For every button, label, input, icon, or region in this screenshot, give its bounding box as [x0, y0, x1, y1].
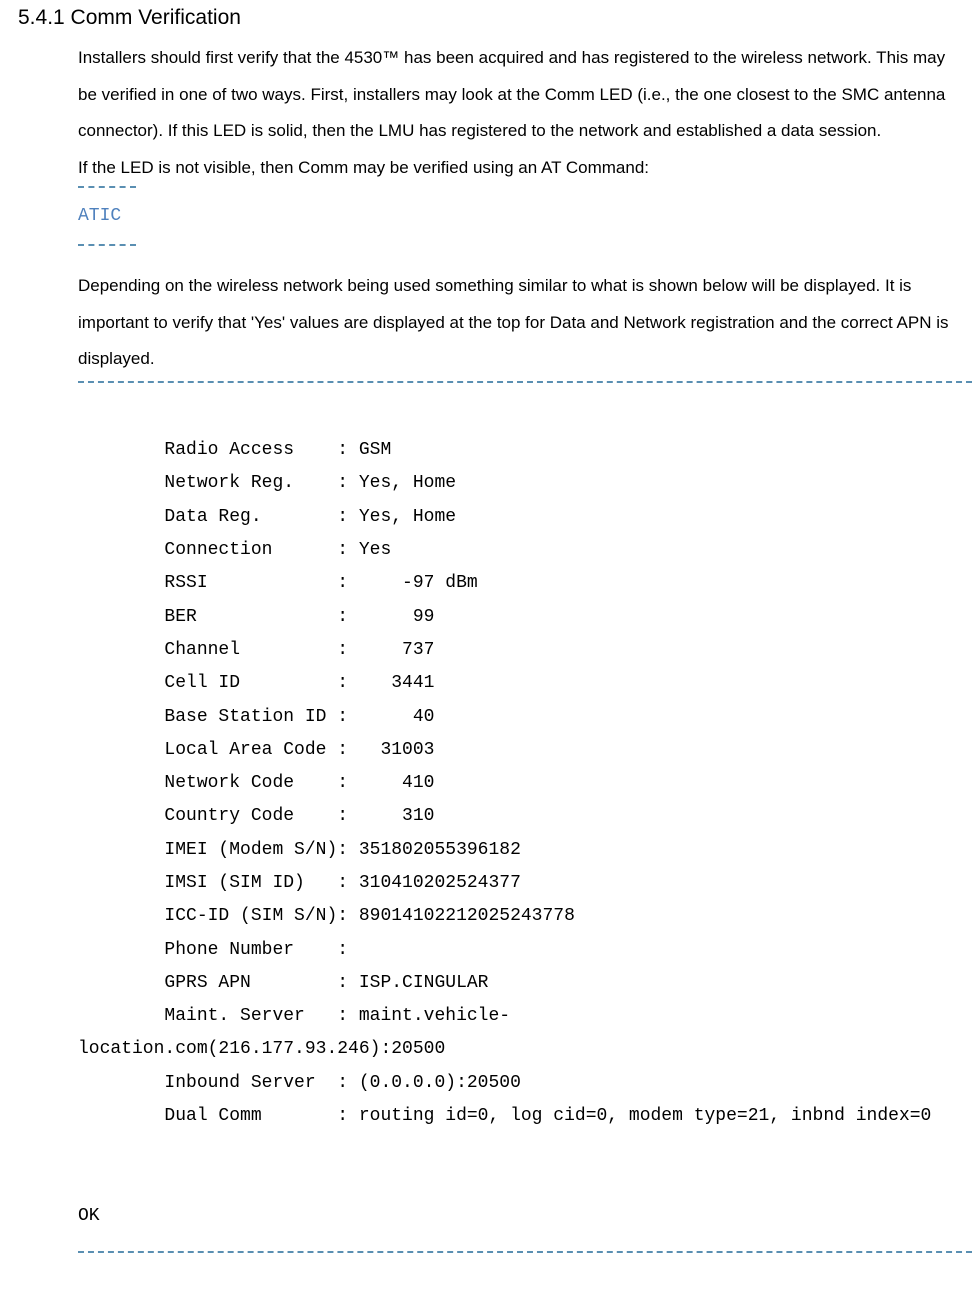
paragraph-2: If the LED is not visible, then Comm may…	[78, 150, 960, 187]
code-block-output: Radio Access : GSM Network Reg. : Yes, H…	[78, 381, 972, 1253]
paragraph-1: Installers should first verify that the …	[78, 40, 960, 150]
spacer	[0, 246, 972, 268]
code-block-atic: ATIC	[78, 186, 136, 246]
section-heading: 5.4.1 Comm Verification	[18, 6, 972, 30]
paragraph-3: Depending on the wireless network being …	[78, 268, 960, 378]
